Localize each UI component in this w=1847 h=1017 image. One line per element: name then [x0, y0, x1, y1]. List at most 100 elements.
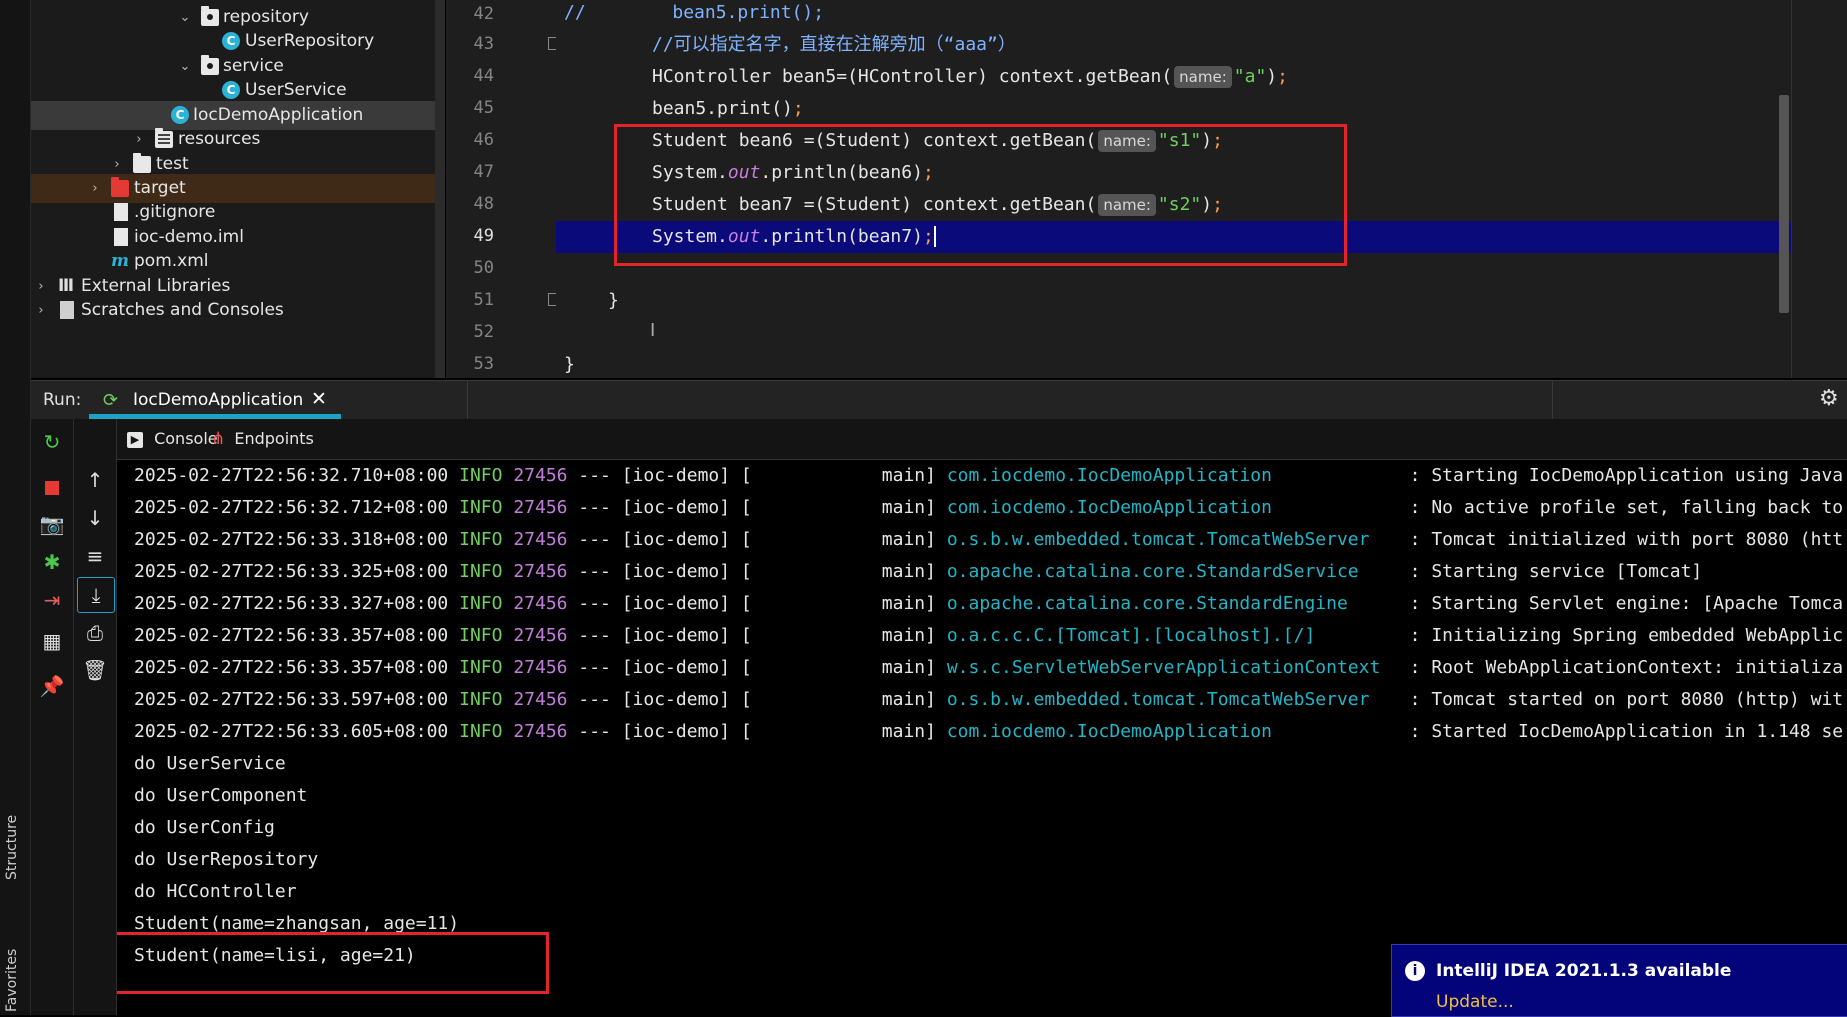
- log-timestamp: 2025-02-27T22:56:32.712+08:00: [134, 497, 449, 518]
- log-message: : No active profile set, falling back to: [1409, 497, 1844, 518]
- log-pid: 27456: [513, 561, 568, 582]
- stop-icon[interactable]: [31, 469, 73, 503]
- divider: [467, 381, 468, 419]
- code-line-45: bean5.print();: [652, 93, 1791, 125]
- soft-wrap-icon[interactable]: ≡: [74, 539, 116, 573]
- spring-run-icon: ⟳: [103, 390, 119, 411]
- semicolon: ;: [1277, 66, 1288, 87]
- class-icon: C: [222, 81, 240, 99]
- tree-item-scratches[interactable]: › Scratches and Consoles: [31, 296, 435, 325]
- log-pid: 27456: [513, 465, 568, 486]
- log-thread: main]: [881, 593, 936, 614]
- log-separator: --- [ioc-demo] [: [578, 561, 752, 582]
- line-number: 46: [473, 130, 494, 150]
- scroll-to-end-icon[interactable]: ⤓: [77, 577, 115, 613]
- log-line: 2025-02-27T22:56:32.712+08:00 INFO 27456…: [134, 492, 1843, 524]
- output-line: do UserService: [134, 753, 286, 774]
- log-logger: o.apache.catalina.core.StandardService: [946, 561, 1359, 582]
- code-line-42: // bean5.print();: [564, 0, 1791, 29]
- file-icon: [114, 228, 128, 246]
- log-thread: main]: [881, 529, 936, 550]
- line-number: 42: [473, 4, 494, 24]
- commented-code: bean5.print();: [585, 2, 825, 23]
- log-thread: main]: [881, 561, 936, 582]
- update-notification[interactable]: i IntelliJ IDEA 2021.1.3 available Updat…: [1391, 944, 1847, 1017]
- log-message: : Starting service [Tomcat]: [1409, 561, 1703, 582]
- log-separator: --- [ioc-demo] [: [578, 497, 752, 518]
- log-line: 2025-02-27T22:56:33.327+08:00 INFO 27456…: [134, 588, 1843, 620]
- line-number: 43: [473, 34, 494, 54]
- log-line: 2025-02-27T22:56:33.357+08:00 INFO 27456…: [134, 652, 1843, 684]
- line-number: 45: [473, 98, 494, 118]
- left-tool-strip: Structure Favorites: [0, 0, 31, 1015]
- line-number: 47: [473, 162, 494, 182]
- log-pid: 27456: [513, 721, 568, 742]
- output-line: do UserComponent: [134, 785, 308, 806]
- code-text: HController bean5=(HController) context.…: [652, 66, 1173, 87]
- log-timestamp: 2025-02-27T22:56:32.710+08:00: [134, 465, 449, 486]
- log-thread: main]: [881, 465, 936, 486]
- line-comment: //可以指定名字，直接在注解旁加（“aaa”）: [652, 34, 1016, 55]
- log-timestamp: 2025-02-27T22:56:33.327+08:00: [134, 593, 449, 614]
- semicolon: ;: [792, 98, 804, 119]
- rerun-icon[interactable]: ↻: [31, 425, 73, 459]
- trash-icon[interactable]: 🗑: [74, 653, 116, 687]
- line-number: 52: [473, 322, 494, 342]
- code-line-51: }: [608, 285, 1791, 317]
- camera-icon[interactable]: 📷: [31, 507, 73, 541]
- tree-item-label: Scratches and Consoles: [81, 300, 284, 320]
- line-number: 53: [473, 354, 494, 374]
- log-pid: 27456: [513, 497, 568, 518]
- chevron-right-icon[interactable]: ›: [33, 296, 49, 325]
- log-pid: 27456: [513, 593, 568, 614]
- log-line: 2025-02-27T22:56:33.318+08:00 INFO 27456…: [134, 524, 1843, 556]
- log-line: 2025-02-27T22:56:33.605+08:00 INFO 27456…: [134, 716, 1843, 748]
- update-link[interactable]: Update...: [1436, 992, 1514, 1012]
- log-pid: 27456: [513, 529, 568, 550]
- log-message: : Initializing Spring embedded WebApplic: [1409, 625, 1844, 646]
- log-line: 2025-02-27T22:56:33.597+08:00 INFO 27456…: [134, 684, 1843, 716]
- log-level: INFO: [459, 465, 503, 486]
- output-line: do UserRepository: [134, 849, 319, 870]
- log-level: INFO: [459, 657, 503, 678]
- close-icon[interactable]: ✕: [311, 388, 327, 410]
- log-timestamp: 2025-02-27T22:56:33.325+08:00: [134, 561, 449, 582]
- pin-icon[interactable]: 📌: [31, 669, 73, 703]
- arrow-down-icon[interactable]: ↓: [74, 501, 116, 535]
- info-icon: i: [1405, 961, 1425, 981]
- line-number: 48: [473, 194, 494, 214]
- string-literal: "a": [1233, 66, 1267, 87]
- log-separator: --- [ioc-demo] [: [578, 529, 752, 550]
- arrow-up-icon[interactable]: ↑: [74, 463, 116, 497]
- log-logger: com.iocdemo.IocDemoApplication: [946, 465, 1272, 486]
- parameter-hint: name:: [1174, 66, 1232, 88]
- run-tab-label: IocDemoApplication: [133, 390, 304, 410]
- tab-endpoints[interactable]: ⋔ Endpoints: [211, 419, 314, 459]
- run-label: Run:: [43, 390, 82, 410]
- console-icon: ▶: [127, 431, 143, 448]
- log-message: : Started IocDemoApplication in 1.148 se: [1409, 721, 1844, 742]
- exit-icon[interactable]: ⇥: [31, 583, 73, 617]
- log-thread: main]: [881, 625, 936, 646]
- code-line-44: HController bean5=(HController) context.…: [652, 61, 1791, 93]
- tab-console[interactable]: ▶ Console: [127, 419, 218, 459]
- layout-icon[interactable]: ▦: [31, 624, 73, 658]
- divider: [1552, 381, 1553, 419]
- log-timestamp: 2025-02-27T22:56:33.597+08:00: [134, 689, 449, 710]
- log-logger: w.s.c.ServletWebServerApplicationContext: [946, 657, 1381, 678]
- excluded-folder-icon: [111, 177, 129, 197]
- closing-brace: }: [608, 290, 619, 311]
- structure-tool-tab[interactable]: Structure: [4, 815, 20, 880]
- favorites-tool-tab[interactable]: Favorites: [4, 949, 20, 1012]
- console-actions-toolbar: ↑ ↓ ≡ ⤓ ⎙ 🗑: [74, 419, 117, 1015]
- log-timestamp: 2025-02-27T22:56:33.605+08:00: [134, 721, 449, 742]
- code-editor[interactable]: // bean5.print(); //可以指定名字，直接在注解旁加（“aaa”…: [556, 0, 1791, 378]
- log-pid: 27456: [513, 689, 568, 710]
- gear-icon[interactable]: ⚙: [1819, 386, 1839, 411]
- debug-bug-icon[interactable]: ✱: [31, 545, 73, 579]
- print-icon[interactable]: ⎙: [74, 616, 116, 650]
- console-output[interactable]: 2025-02-27T22:56:32.710+08:00 INFO 27456…: [117, 460, 1847, 1015]
- log-separator: --- [ioc-demo] [: [578, 657, 752, 678]
- editor-scrollbar-thumb[interactable]: [1779, 95, 1789, 313]
- tree-scrollbar[interactable]: [435, 0, 445, 378]
